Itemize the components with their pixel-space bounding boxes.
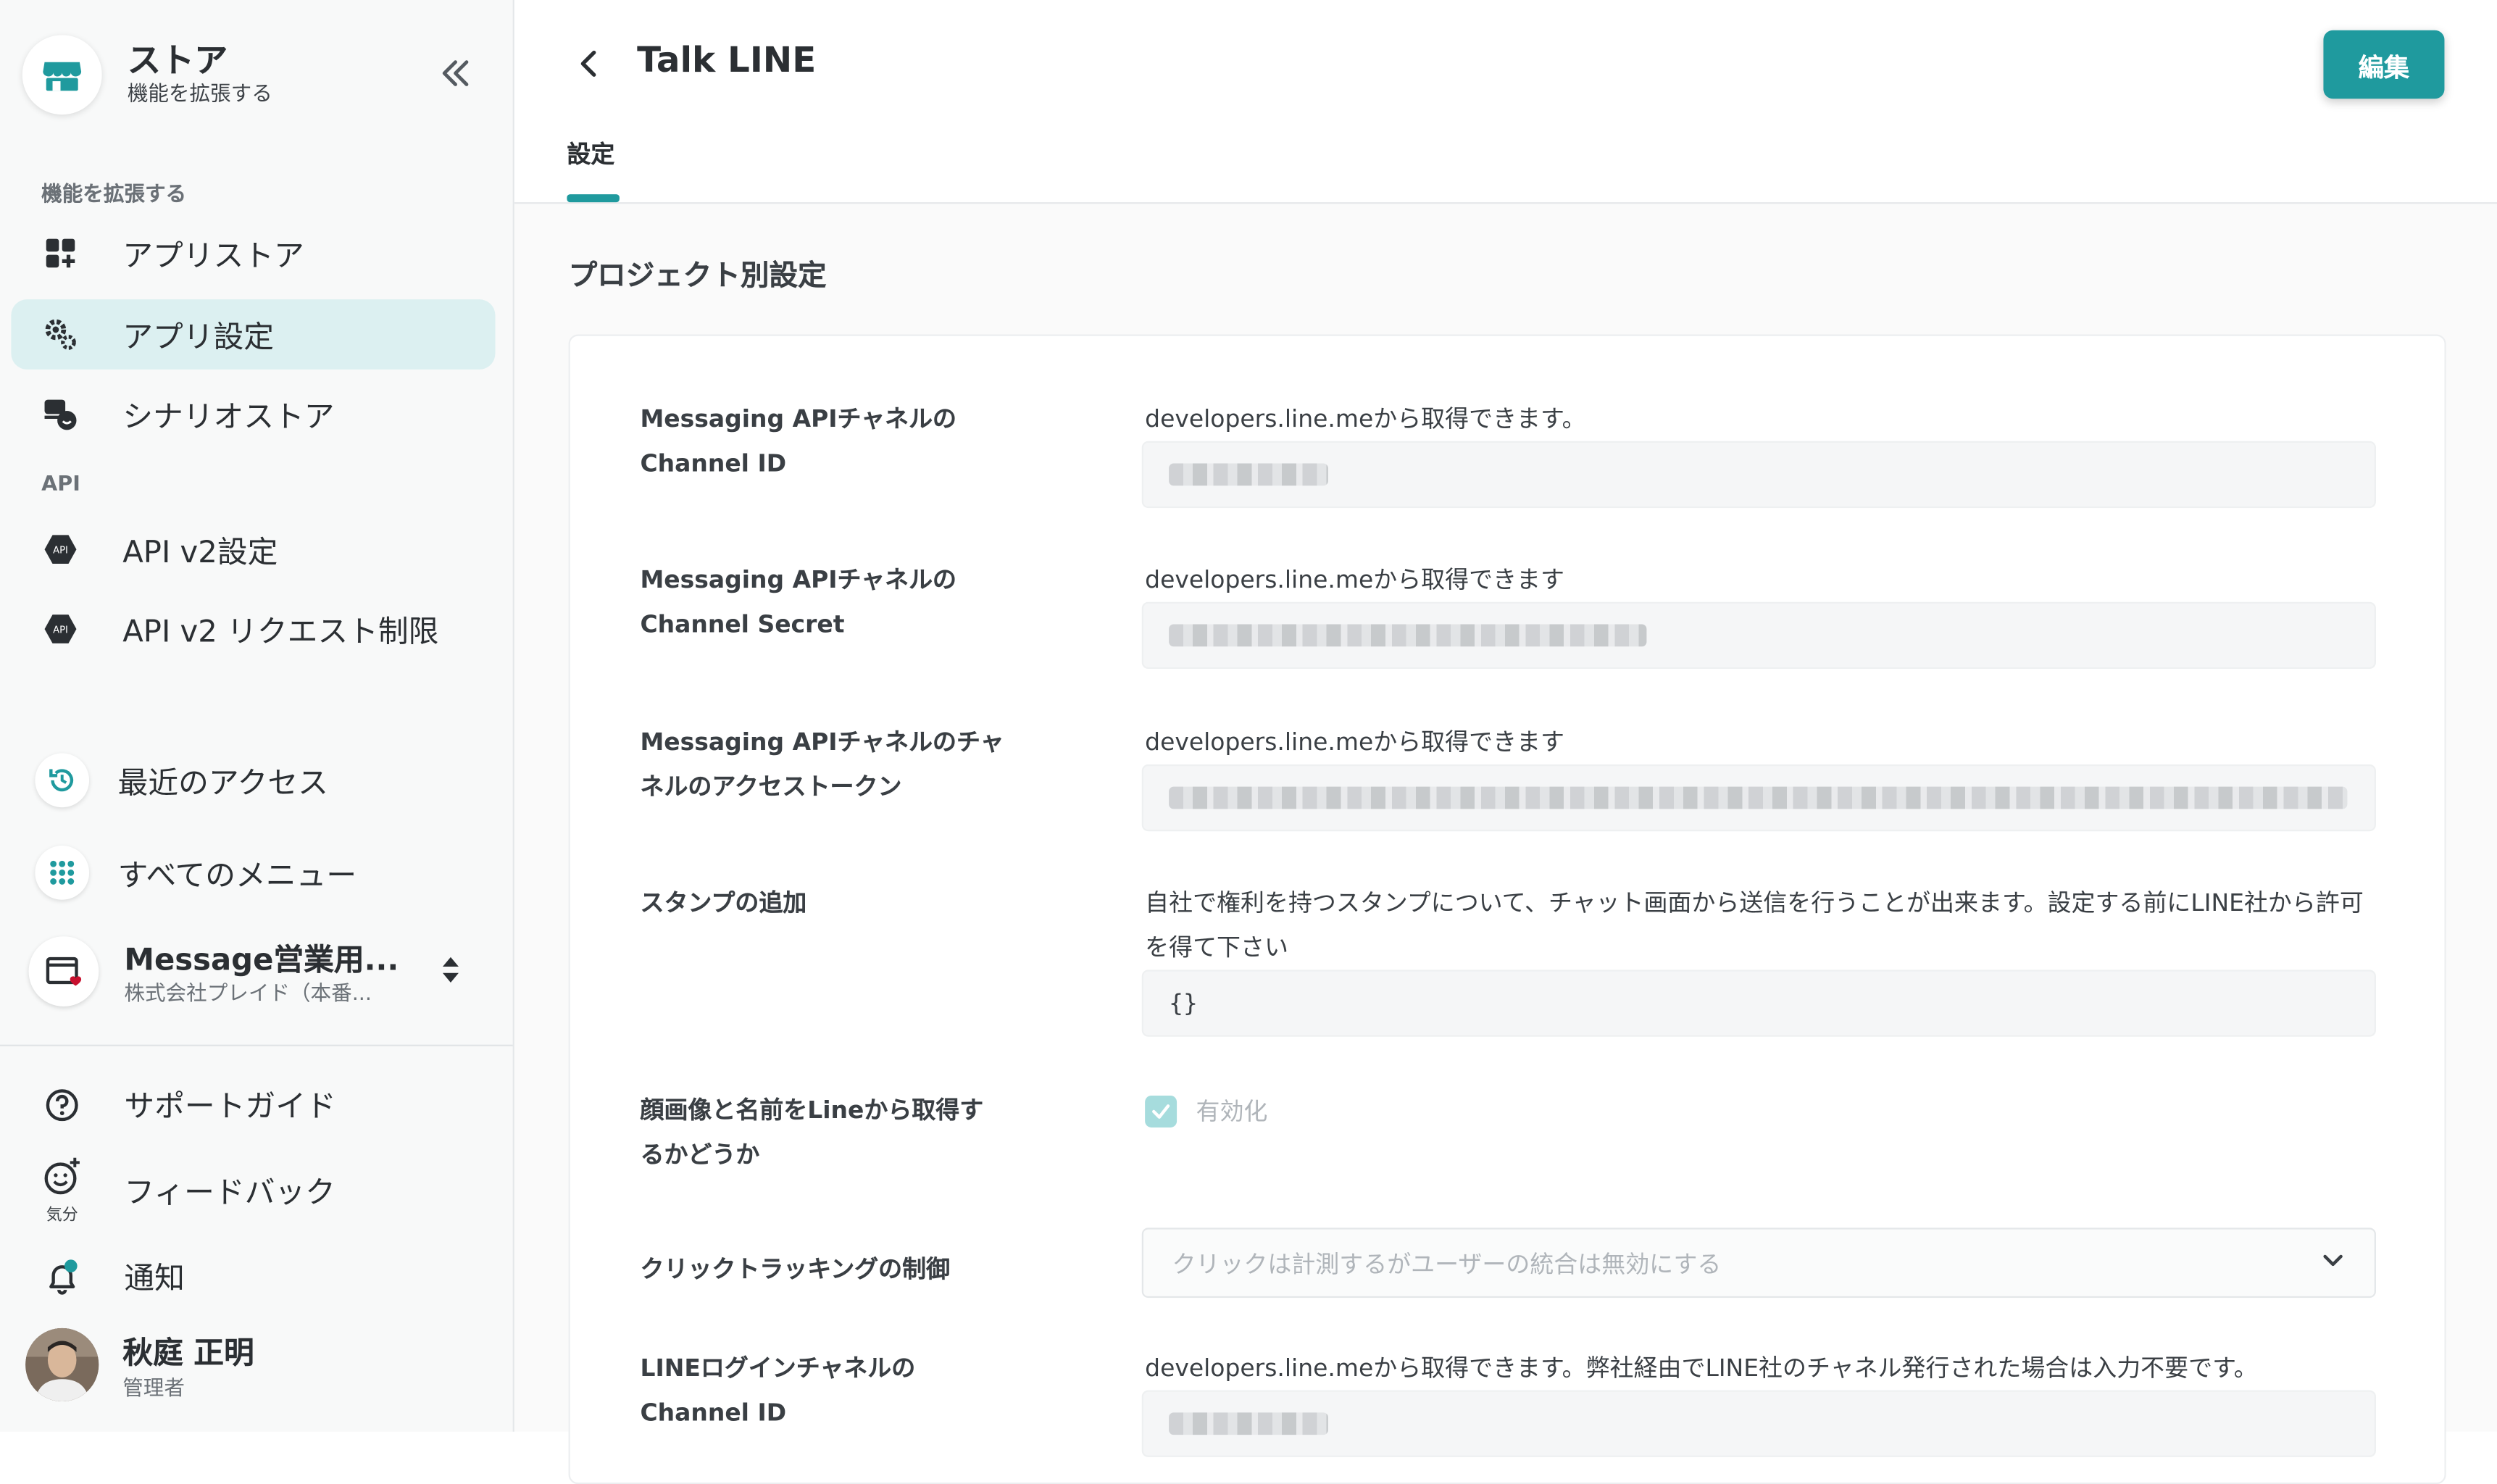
sidebar-item-label: アプリ設定 [122, 319, 275, 354]
user-role: 管理者 [122, 1377, 185, 1401]
stamp-label: スタンプの追加 [640, 888, 807, 917]
sidebar: ストア 機能を拡張する 機能を拡張する アプリストア アプリ設定 シナリオストア [0, 0, 514, 1432]
channel-id-field[interactable] [1141, 441, 2376, 509]
main-content: Talk LINE 編集 設定 プロジェクト別設定 Messaging APIチ… [514, 0, 2497, 1484]
tab-settings[interactable]: 設定 [567, 137, 614, 170]
profile-checkbox-row[interactable]: 有効化 [1145, 1094, 1267, 1127]
sidebar-item-scenario-store[interactable]: シナリオストア [11, 379, 495, 449]
sidebar-item-app-settings[interactable]: アプリ設定 [11, 299, 496, 370]
back-arrow-icon[interactable] [572, 45, 606, 83]
active-tab-indicator [567, 194, 620, 203]
stamp-help: 自社で権利を持つスタンプについて、チャット画面から送信を行うことが出来ます。設定… [1145, 888, 2364, 962]
feedback-mood-label: 気分 [46, 1206, 78, 1225]
brand-subtitle: 機能を拡張する [127, 83, 272, 107]
access-token-field[interactable] [1141, 764, 2376, 832]
api-icon: API [43, 612, 78, 646]
login-channel-help: developers.line.meから取得できます。弊社経由でLINE社のチャ… [1145, 1354, 2258, 1383]
click-tracking-select[interactable]: クリックは計測するがユーザーの統合は無効にする [1141, 1227, 2376, 1298]
all-menu-label: すべてのメニュー [117, 857, 357, 893]
all-menu-item[interactable]: すべてのメニュー [22, 838, 500, 908]
channel-secret-label: Messaging APIチャネルの Channel Secret [640, 565, 957, 639]
page-header: Talk LINE 編集 設定 [514, 0, 2497, 204]
user-name: 秋庭 正明 [122, 1335, 254, 1372]
avatar [25, 1327, 99, 1401]
channel-id-label: Messaging APIチャネルの Channel ID [640, 404, 957, 478]
click-tracking-label: クリックトラッキングの制御 [640, 1254, 951, 1284]
profile-checkbox-label: 有効化 [1196, 1097, 1268, 1126]
sidebar-item-api-v2-limits[interactable]: API API v2 リクエスト制限 [11, 594, 495, 664]
sidebar-item-api-v2-settings[interactable]: API API v2設定 [11, 514, 495, 585]
profile-label: 顔画像と名前をLineから取得するかどうか [640, 1096, 984, 1170]
scenario-store-icon [43, 396, 78, 431]
project-name: Message営業用... [124, 943, 399, 978]
project-org: 株式会社プレイド（本番... [124, 982, 372, 1006]
app-store-icon [43, 235, 78, 270]
feedback-label: フィードバック [124, 1175, 335, 1211]
notifications-item[interactable]: 通知 [32, 1255, 493, 1298]
section-title: プロジェクト別設定 [568, 259, 827, 293]
project-window-icon [28, 936, 99, 1006]
sidebar-item-label: アプリストア [122, 238, 304, 273]
stamp-json-field[interactable]: {} [1141, 970, 2376, 1037]
masked-value [1169, 624, 1647, 647]
store-logo-icon [22, 35, 102, 115]
access-token-help: developers.line.meから取得できます [1145, 728, 1564, 756]
sidebar-item-label: API v2設定 [122, 534, 278, 570]
edit-button[interactable]: 編集 [2323, 30, 2445, 99]
recent-access-item[interactable]: 最近のアクセス [22, 746, 500, 816]
section-label-extend: 機能を拡張する [41, 183, 187, 207]
support-guide-label: サポートガイド [124, 1089, 336, 1125]
notifications-label: 通知 [124, 1261, 185, 1296]
bell-icon [32, 1257, 93, 1296]
profile-checkbox[interactable] [1145, 1094, 1177, 1127]
brand-title: ストア [127, 41, 228, 80]
channel-id-help: developers.line.meから取得できます。 [1145, 404, 1586, 433]
sidebar-item-label: シナリオストア [122, 399, 335, 434]
collapse-sidebar-icon[interactable] [436, 54, 475, 93]
sort-toggle-icon [440, 956, 462, 991]
settings-card: Messaging APIチャネルの Channel ID developers… [568, 334, 2446, 1484]
svg-text:API: API [53, 546, 68, 556]
chevron-down-icon [2320, 1247, 2346, 1279]
login-channel-field[interactable] [1141, 1390, 2376, 1457]
project-switcher[interactable]: Message営業用... 株式会社プレイド（本番... [22, 930, 500, 1012]
api-icon: API [43, 532, 78, 567]
masked-value [1169, 786, 2348, 809]
sidebar-item-app-store[interactable]: アプリストア [11, 218, 495, 288]
grid-menu-icon [35, 845, 90, 900]
feedback-item[interactable]: 気分 フィードバック [32, 1156, 493, 1225]
gears-icon [43, 317, 78, 351]
smile-plus-icon: 気分 [32, 1156, 93, 1225]
click-tracking-value: クリックは計測するがユーザーの統合は無効にする [1172, 1249, 1722, 1278]
sidebar-item-label: API v2 リクエスト制限 [122, 614, 439, 649]
stamp-value: {} [1169, 988, 1198, 1018]
svg-text:API: API [53, 625, 68, 636]
sidebar-divider [0, 1044, 513, 1046]
section-label-api: API [41, 472, 80, 497]
masked-value [1169, 463, 1328, 486]
help-circle-icon [32, 1087, 93, 1122]
history-icon [35, 753, 90, 808]
support-guide-item[interactable]: サポートガイド [32, 1083, 493, 1125]
access-token-label: Messaging APIチャネルのチャネルのアクセストークン [640, 728, 1004, 801]
channel-secret-help: developers.line.meから取得できます [1145, 565, 1564, 594]
brand: ストア 機能を拡張する [22, 35, 272, 115]
page-title: Talk LINE [637, 41, 817, 82]
login-channel-label: LINEログインチャネルの Channel ID [640, 1354, 916, 1427]
channel-secret-field[interactable] [1141, 601, 2376, 670]
recent-access-label: 最近のアクセス [117, 764, 328, 801]
